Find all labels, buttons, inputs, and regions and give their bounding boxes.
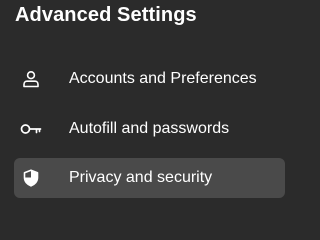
nav-item-privacy-and-security[interactable]: Privacy and security xyxy=(14,158,285,198)
shield-icon xyxy=(22,169,40,187)
key-icon xyxy=(20,120,42,138)
nav-item-autofill-and-passwords[interactable]: Autofill and passwords xyxy=(14,109,285,149)
nav-item-accounts-and-preferences[interactable]: Accounts and Preferences xyxy=(14,59,285,99)
settings-panel: Advanced Settings Accounts and Preferenc… xyxy=(0,0,311,212)
nav-item-label: Autofill and passwords xyxy=(69,120,230,137)
nav-item-label: Accounts and Preferences xyxy=(69,70,257,87)
page-title: Advanced Settings xyxy=(15,4,197,26)
nav-item-label: Privacy and security xyxy=(69,169,213,186)
person-icon xyxy=(22,70,40,88)
